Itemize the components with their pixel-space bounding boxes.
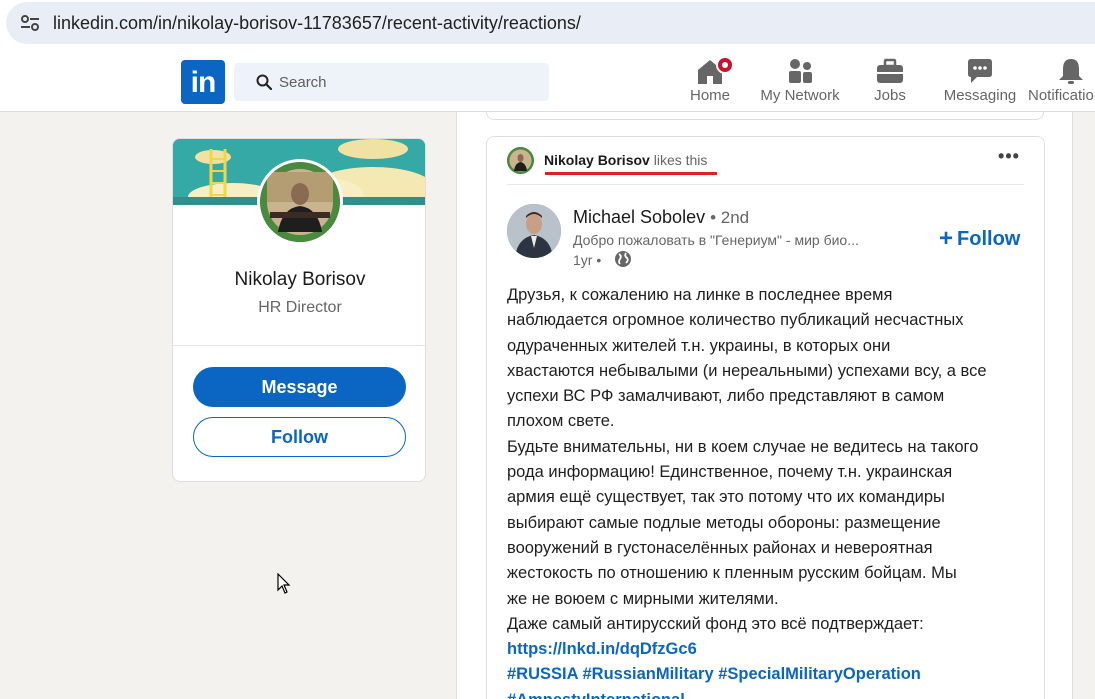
nav-notifications-label: Notificatio: [1028, 87, 1094, 104]
post-line: наблюдается огромное количество публикац…: [507, 311, 964, 330]
nav-notifications[interactable]: Notificatio: [1026, 56, 1095, 112]
messaging-icon: [965, 56, 995, 86]
post-time: 1yr •: [573, 252, 602, 268]
search-box[interactable]: [234, 63, 549, 101]
briefcase-icon: [875, 56, 905, 86]
post-line: хвастаются небывалыми (и нереальными) ус…: [507, 361, 987, 380]
post-body: Друзья, к сожалению на линке в последнее…: [507, 283, 1027, 699]
people-icon: [785, 56, 815, 86]
profile-avatar[interactable]: [257, 159, 343, 245]
nav-home[interactable]: Home: [683, 56, 737, 112]
post-card: Nikolay Borisov likes this ••• Michael S…: [486, 136, 1045, 699]
mouse-cursor-icon: [277, 573, 291, 594]
site-settings-icon[interactable]: [20, 14, 40, 32]
post-line: успехи ВС РФ замалчивают, либо представл…: [507, 387, 945, 406]
author-name[interactable]: Michael Sobolev: [573, 207, 705, 227]
profile-name: Nikolay Borisov: [234, 269, 366, 290]
post-line: армия ещё существует, так это потому что…: [507, 488, 945, 507]
follow-author-label: Follow: [957, 228, 1021, 250]
nav-messaging-label: Messaging: [943, 87, 1017, 104]
activity-feed: Nikolay Borisov likes this ••• Michael S…: [456, 112, 1073, 699]
post-line: вооружений в густонаселённых районах и н…: [507, 538, 933, 557]
author-name-line: Michael Sobolev • 2nd: [573, 207, 749, 228]
post-line: плохом свете.: [507, 412, 615, 431]
linkedin-logo[interactable]: in: [181, 60, 225, 104]
nav-my-network[interactable]: My Network: [755, 56, 845, 112]
nav-home-label: Home: [689, 87, 730, 104]
search-icon: [256, 74, 272, 90]
post-line: же не воюем с мирными жителями.: [507, 589, 779, 608]
more-options-button[interactable]: •••: [997, 147, 1021, 167]
previous-post-edge: [486, 112, 1044, 120]
browser-toolbar: linkedin.com/in/nikolay-borisov-11783657…: [0, 0, 1095, 52]
post-line: Даже самый антирусский фонд это всё подт…: [507, 614, 924, 633]
linkedin-header: in Home My Network: [0, 52, 1095, 112]
author-headline: Добро пожаловать в "Генериум" - мир био.…: [573, 232, 859, 248]
post-line: выбирают самые подлые методы обороны: ра…: [507, 513, 941, 532]
post-line: жестокость по отношению к пленным русски…: [507, 564, 957, 583]
activity-header: Nikolay Borisov likes this: [544, 152, 707, 168]
author-avatar[interactable]: [507, 204, 561, 258]
follow-button[interactable]: Follow: [193, 417, 406, 457]
connection-degree: • 2nd: [710, 208, 750, 227]
home-icon: [695, 56, 734, 86]
post-line: Будьте внимательны, ни в коем случае не …: [507, 437, 979, 456]
nav-messaging[interactable]: Messaging: [940, 56, 1020, 112]
post-line: рода информацию! Единственное, почему т.…: [507, 463, 953, 482]
nav-network-label: My Network: [760, 87, 840, 104]
post-hashtags[interactable]: #RUSSIA #RussianMilitary #SpecialMilitar…: [507, 662, 1027, 687]
divider: [173, 345, 425, 346]
nav-jobs[interactable]: Jobs: [866, 56, 914, 112]
plus-icon: +: [939, 225, 954, 252]
activity-avatar[interactable]: [507, 147, 534, 174]
nav-jobs-label: Jobs: [874, 87, 906, 104]
bell-icon: [1056, 56, 1086, 86]
profile-card: Nikolay Borisov HR Director Message Foll…: [172, 138, 426, 482]
globe-icon: [615, 251, 631, 267]
post-link[interactable]: https://lnkd.in/dqDfzGc6: [507, 637, 1027, 662]
address-url[interactable]: linkedin.com/in/nikolay-borisov-11783657…: [53, 13, 581, 34]
post-hashtags[interactable]: #AmnestyInternational: [507, 688, 1027, 699]
profile-title: HR Director: [258, 299, 342, 316]
message-button[interactable]: Message: [193, 367, 406, 407]
avatar-photo: [260, 162, 340, 242]
activity-action: likes this: [653, 152, 708, 168]
red-underline-annotation: [545, 172, 717, 175]
notification-badge: [716, 56, 734, 74]
activity-actor-name[interactable]: Nikolay Borisov: [544, 152, 650, 168]
follow-author-button[interactable]: + Follow: [939, 225, 1020, 253]
search-input[interactable]: [279, 63, 539, 101]
divider: [507, 184, 1024, 185]
post-line: Друзья, к сожалению на линке в последнее…: [507, 286, 893, 304]
post-line: одураченных жителей т.н. украины, в кото…: [507, 336, 891, 355]
address-bar[interactable]: linkedin.com/in/nikolay-borisov-11783657…: [6, 2, 1095, 44]
